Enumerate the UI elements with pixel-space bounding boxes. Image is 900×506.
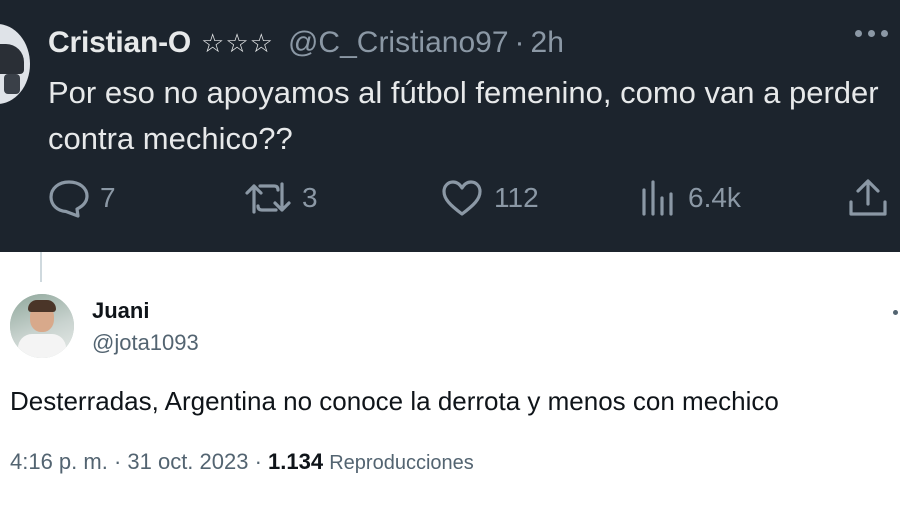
tweet-meta: 4:16 p. m. · 31 oct. 2023 · 1.134 Reprod… (10, 449, 474, 475)
share-icon (849, 179, 887, 216)
like-button[interactable]: 112 (440, 178, 539, 218)
thread-line (40, 252, 42, 282)
display-name[interactable]: Cristian-O (48, 26, 191, 60)
avatar-figure-detail (4, 74, 20, 94)
action-bar: 7 3 112 6.4k (48, 178, 890, 218)
avatar[interactable] (10, 294, 74, 358)
like-count: 112 (494, 182, 539, 213)
retweet-button[interactable]: 3 (244, 178, 318, 218)
views-button[interactable]: 6.4k (638, 178, 741, 218)
reply-count: 7 (100, 182, 116, 213)
analytics-icon (642, 180, 673, 216)
original-tweet[interactable]: Cristian-O ☆☆☆ @C_Cristiano97 · 2h Por e… (0, 0, 900, 252)
retweet-icon (245, 182, 291, 214)
avatar-hair (28, 300, 56, 312)
avatar-shirt (18, 334, 66, 358)
tweet-text: Desterradas, Argentina no conoce la derr… (10, 386, 779, 416)
share-button[interactable] (846, 178, 890, 218)
more-options-icon[interactable] (893, 310, 898, 315)
display-name[interactable]: Juani (92, 298, 149, 324)
user-handle[interactable]: @C_Cristiano97 (288, 26, 509, 60)
tweet-header: Cristian-O ☆☆☆ @C_Cristiano97 · 2h (48, 26, 564, 60)
reply-icon (49, 180, 89, 218)
heart-icon (442, 180, 482, 216)
views-count: 1.134 (268, 449, 324, 474)
views-count: 6.4k (688, 182, 741, 213)
badge-stars: ☆☆☆ (201, 28, 274, 58)
tweet-time[interactable]: 2h (531, 26, 564, 60)
more-options-icon[interactable] (855, 30, 888, 37)
user-handle[interactable]: @jota1093 (92, 330, 199, 356)
tweet-text: Por eso no apoyamos al fútbol femenino, … (48, 75, 879, 156)
reply-button[interactable]: 7 (48, 178, 116, 218)
retweet-count: 3 (302, 182, 318, 213)
views-label: Reproducciones (329, 452, 474, 474)
avatar[interactable] (0, 24, 30, 104)
tweet-timestamp[interactable]: 4:16 p. m. · 31 oct. 2023 · (10, 449, 262, 474)
avatar-figure (0, 44, 24, 74)
separator: · (514, 26, 525, 59)
